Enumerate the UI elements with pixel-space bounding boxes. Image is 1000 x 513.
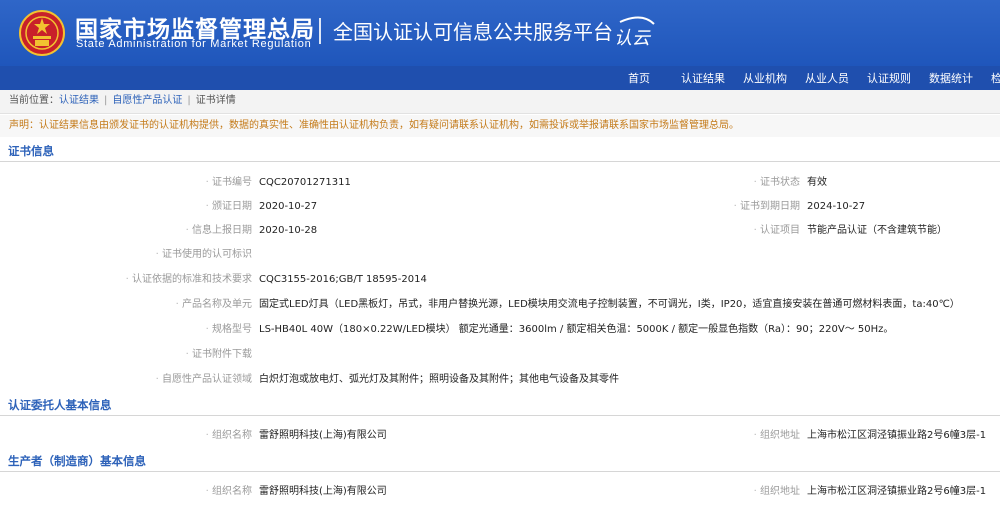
logo-text: 认云	[614, 28, 652, 49]
field-value-cert-project: 节能产品认证（不含建筑节能）	[807, 225, 947, 236]
breadcrumb-current: 证书详情	[195, 95, 236, 106]
breadcrumb-voluntary-cert[interactable]: 自愿性产品认证	[112, 95, 182, 106]
field-value-issue-date: 2020-10-27	[259, 201, 318, 212]
platform-logo-icon: 认云	[614, 16, 655, 49]
breadcrumb-cert-results[interactable]: 认证结果	[59, 95, 99, 106]
field-label-expiry-date: 证书到期日期	[680, 200, 800, 214]
field-label-cert-number: 证书编号	[72, 176, 252, 190]
field-label-standards: 认证依据的标准和技术要求	[72, 273, 252, 287]
platform-title: 全国认证认可信息公共服务平台	[333, 20, 613, 44]
field-label-issue-date: 颁证日期	[72, 200, 252, 214]
site-header: 国家市场监督管理总局 State Administration for Mark…	[0, 0, 1000, 66]
field-value-cert-domain: 白炽灯泡或放电灯、弧光灯及其附件；照明设备及其附件；其他电气设备及其零件	[259, 374, 619, 385]
field-label-cert-project: 认证项目	[680, 224, 800, 238]
national-emblem-icon	[19, 10, 65, 56]
field-value-client-org: 雷舒照明科技(上海)有限公司	[259, 430, 387, 441]
nav-statistics[interactable]: 数据统计	[929, 70, 973, 86]
nav-home[interactable]: 首页	[628, 70, 650, 86]
nav-more[interactable]: 检	[991, 70, 1000, 86]
field-value-product-name: 固定式LED灯具（LED黑板灯，吊式，非用户替换光源，LED模块用交流电子控制装…	[259, 299, 960, 310]
field-label-attachment-download: 证书附件下载	[72, 348, 252, 362]
field-label-accreditation-mark: 证书使用的认可标识	[72, 248, 252, 262]
field-value-maker-org: 雷舒照明科技(上海)有限公司	[259, 486, 387, 497]
disclaimer-notice: 声明：认证结果信息由颁发证书的认证机构提供，数据的真实性、准确性由认证机构负责，…	[0, 115, 1000, 137]
field-label-report-date: 信息上报日期	[72, 224, 252, 238]
nav-institutions[interactable]: 从业机构	[743, 70, 787, 86]
breadcrumb: 当前位置：认证结果 | 自愿性产品认证 | 证书详情	[0, 90, 1000, 114]
nav-personnel[interactable]: 从业人员	[805, 70, 849, 86]
field-label-client-address: 组织地址	[680, 429, 800, 443]
org-name-en: State Administration for Market Regulati…	[76, 38, 312, 50]
field-label-maker-org: 组织名称	[72, 485, 252, 499]
field-value-expiry-date: 2024-10-27	[807, 201, 866, 212]
field-label-model-spec: 规格型号	[72, 323, 252, 337]
nav-cert-results[interactable]: 认证结果	[681, 70, 725, 86]
field-value-model-spec: LS-HB40L 40W（180×0.22W/LED模块） 额定光通量：3600…	[259, 324, 894, 335]
field-value-report-date: 2020-10-28	[259, 225, 318, 236]
section-title-client-info: 认证委托人基本信息	[0, 394, 1000, 416]
field-value-standards: CQC3155-2016;GB/T 18595-2014	[259, 274, 427, 285]
section-title-cert-info: 证书信息	[0, 140, 1000, 162]
field-label-cert-domain: 自愿性产品认证领域	[72, 373, 252, 387]
breadcrumb-separator: |	[104, 95, 108, 106]
field-label-cert-status: 证书状态	[680, 176, 800, 190]
field-value-cert-status: 有效	[807, 177, 827, 188]
field-label-product-name: 产品名称及单元	[72, 298, 252, 312]
breadcrumb-separator: |	[187, 95, 191, 106]
breadcrumb-label: 当前位置：	[9, 95, 59, 106]
field-label-client-org: 组织名称	[72, 429, 252, 443]
field-value-client-address: 上海市松江区洞泾镇振业路2号6幢3层-1	[807, 430, 987, 441]
nav-cert-rules[interactable]: 认证规则	[867, 70, 911, 86]
section-title-maker-info: 生产者（制造商）基本信息	[0, 450, 1000, 472]
field-label-maker-address: 组织地址	[680, 485, 800, 499]
field-value-cert-number: CQC20701271311	[259, 177, 351, 188]
header-divider	[319, 18, 321, 44]
main-nav: 首页 认证结果 从业机构 从业人员 认证规则 数据统计 检	[0, 66, 1000, 90]
field-value-maker-address: 上海市松江区洞泾镇振业路2号6幢3层-1	[807, 486, 987, 497]
